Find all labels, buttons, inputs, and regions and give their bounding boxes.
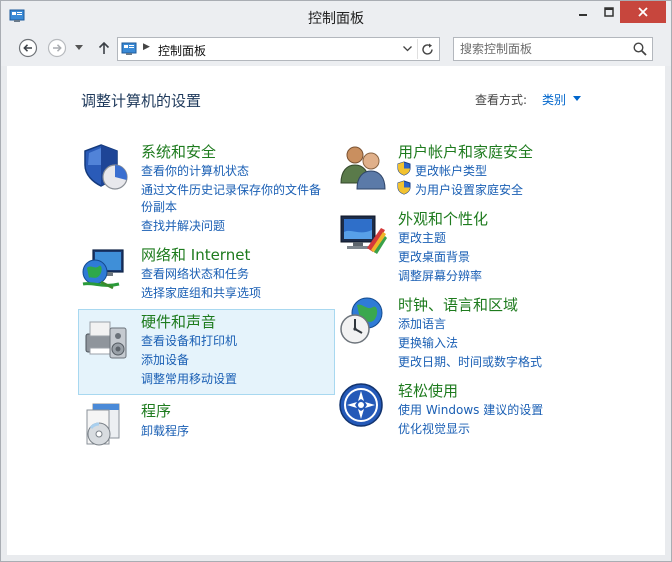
forward-button[interactable] — [47, 38, 67, 58]
programs-disc-icon[interactable] — [79, 400, 131, 452]
link-screen-resolution[interactable]: 调整屏幕分辨率 — [398, 267, 482, 284]
printer-speaker-icon — [85, 321, 127, 359]
category-appearance: 外观和个性化 更改主题 更改桌面背景 调整屏幕分辨率 — [337, 205, 657, 287]
category-ease-of-access: 轻松使用 使用 Windows 建议的设置 优化视觉显示 — [337, 378, 657, 440]
up-button[interactable] — [94, 38, 114, 58]
content-area: 调整计算机的设置 查看方式: 类别 系统和安全 查看你的计算机状态 通过文件历史… — [7, 66, 665, 555]
address-bar[interactable]: ▶ 控制面板 — [117, 37, 440, 61]
category-hardware-sound[interactable]: 硬件和声音 查看设备和打印机 添加设备 调整常用移动设置 — [78, 309, 335, 395]
search-input[interactable] — [460, 41, 625, 57]
search-box[interactable] — [453, 37, 653, 61]
link-add-language[interactable]: 添加语言 — [398, 315, 446, 332]
link-date-time-format[interactable]: 更改日期、时间或数字格式 — [398, 353, 542, 370]
category-user-accounts: 用户帐户和家庭安全 更改帐户类型 为用户设置家庭安全 — [337, 136, 657, 198]
link-troubleshoot[interactable]: 查找并解决问题 — [141, 217, 225, 234]
navigation-bar: ▶ 控制面板 — [1, 32, 671, 66]
network-globe-icon[interactable] — [79, 244, 131, 296]
link-devices-printers[interactable]: 查看设备和打印机 — [141, 332, 237, 349]
monitor-palette-icon[interactable] — [337, 210, 389, 262]
up-arrow-icon — [98, 41, 110, 54]
link-uninstall-program[interactable]: 卸载程序 — [141, 422, 189, 439]
breadcrumb-item[interactable]: 控制面板 — [158, 42, 206, 59]
maximize-button[interactable] — [596, 1, 622, 23]
category-clock-language: 时钟、语言和区域 添加语言 更换输入法 更改日期、时间或数字格式 — [337, 292, 657, 374]
forward-arrow-icon — [47, 38, 67, 58]
link-change-theme[interactable]: 更改主题 — [398, 229, 446, 246]
clock-globe-icon[interactable] — [337, 295, 389, 347]
category-title[interactable]: 网络和 Internet — [141, 244, 250, 265]
close-icon — [638, 7, 648, 17]
link-homegroup[interactable]: 选择家庭组和共享选项 — [141, 284, 261, 301]
category-network-internet: 网络和 Internet 查看网络状态和任务 选择家庭组和共享选项 — [7, 240, 337, 304]
title-bar[interactable]: 控制面板 — [1, 1, 671, 32]
link-network-status[interactable]: 查看网络状态和任务 — [141, 265, 249, 282]
view-by-caret-icon[interactable] — [573, 96, 581, 101]
link-view-computer-status[interactable]: 查看你的计算机状态 — [141, 162, 249, 179]
link-file-history[interactable]: 通过文件历史记录保存你的文件备 — [141, 181, 321, 198]
chevron-down-icon — [402, 46, 412, 52]
address-dropdown-button[interactable] — [399, 40, 415, 58]
link-change-input-method[interactable]: 更换输入法 — [398, 334, 458, 351]
category-title[interactable]: 硬件和声音 — [141, 311, 216, 332]
link-desktop-background[interactable]: 更改桌面背景 — [398, 248, 470, 265]
back-arrow-icon — [18, 38, 38, 58]
search-icon[interactable] — [632, 41, 648, 57]
maximize-icon — [604, 7, 614, 17]
category-title[interactable]: 系统和安全 — [141, 141, 216, 162]
link-file-history-cont[interactable]: 份副本 — [141, 198, 177, 215]
chevron-down-icon — [75, 45, 83, 50]
page-title: 调整计算机的设置 — [81, 92, 202, 110]
category-title[interactable]: 用户帐户和家庭安全 — [398, 141, 533, 162]
refresh-button[interactable] — [417, 39, 437, 59]
recent-locations-button[interactable] — [72, 38, 86, 58]
category-title[interactable]: 程序 — [141, 400, 171, 421]
uac-shield-icon — [397, 161, 411, 176]
view-by-label: 查看方式: — [475, 93, 528, 107]
close-button[interactable] — [620, 1, 666, 23]
link-change-account-type[interactable]: 更改帐户类型 — [415, 162, 487, 179]
shield-pie-icon[interactable] — [79, 141, 131, 193]
view-by-dropdown[interactable]: 类别 — [542, 91, 566, 108]
link-recommended-settings[interactable]: 使用 Windows 建议的设置 — [398, 401, 543, 418]
control-panel-icon — [121, 42, 137, 55]
category-system-security: 系统和安全 查看你的计算机状态 通过文件历史记录保存你的文件备 份副本 查找并解… — [7, 136, 337, 234]
category-title[interactable]: 轻松使用 — [398, 380, 458, 401]
minimize-icon — [579, 14, 587, 16]
refresh-icon — [422, 43, 433, 55]
back-button[interactable] — [18, 38, 38, 58]
category-programs: 程序 卸载程序 — [7, 399, 337, 449]
link-add-device[interactable]: 添加设备 — [141, 351, 189, 368]
users-icon[interactable] — [337, 141, 389, 193]
link-mobility-settings[interactable]: 调整常用移动设置 — [141, 370, 237, 387]
breadcrumb-separator-icon[interactable]: ▶ — [143, 42, 150, 52]
control-panel-window: 控制面板 ▶ 控制面板 搜索控制面板 调整计算机的设置 查看方式: 类别 系统和… — [0, 0, 672, 562]
link-optimize-visual[interactable]: 优化视觉显示 — [398, 420, 470, 437]
uac-shield-icon — [397, 180, 411, 195]
link-family-safety[interactable]: 为用户设置家庭安全 — [415, 181, 523, 198]
minimize-button[interactable] — [570, 1, 596, 23]
category-title[interactable]: 外观和个性化 — [398, 208, 488, 229]
ease-of-access-icon[interactable] — [337, 381, 389, 433]
category-title[interactable]: 时钟、语言和区域 — [398, 294, 518, 315]
